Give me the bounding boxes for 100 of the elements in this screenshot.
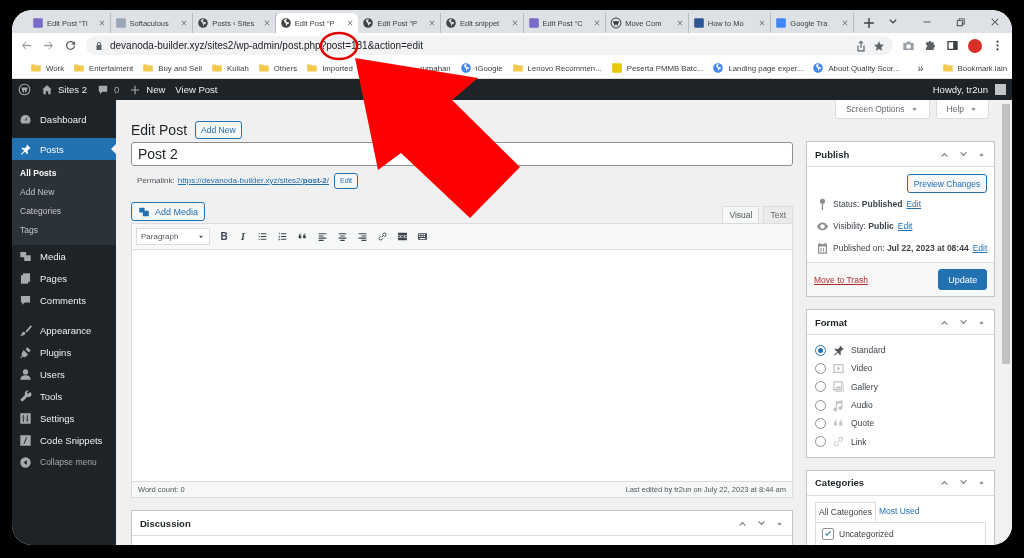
close-icon[interactable]: [346, 19, 355, 27]
panel-title: Categories: [815, 477, 865, 489]
site-name-link[interactable]: Sites 2: [41, 83, 88, 96]
radio-button[interactable]: [815, 362, 826, 374]
menu-item[interactable]: Code Snippets: [12, 429, 116, 451]
menu-item[interactable]: Appearance: [12, 319, 116, 341]
align-center-icon[interactable]: [337, 231, 348, 242]
editor-tab[interactable]: Text: [763, 206, 793, 223]
screen-meta-toggle[interactable]: Screen Options: [834, 100, 930, 119]
permalink-link[interactable]: https://devanoda-builder.xyz/sites2/post-2/: [177, 176, 329, 185]
dev-favicon-icon: [32, 17, 44, 29]
bold-button[interactable]: B: [219, 231, 229, 242]
editor-tab[interactable]: Visual: [722, 206, 760, 223]
submenu-item[interactable]: Categories: [12, 202, 116, 221]
menu-item[interactable]: Comments: [12, 289, 116, 311]
close-icon[interactable]: [675, 19, 684, 27]
video-icon: [832, 361, 845, 375]
media-icon: [138, 205, 150, 218]
close-icon[interactable]: [593, 19, 602, 27]
forward-icon[interactable]: [42, 39, 55, 52]
profile-avatar[interactable]: [968, 38, 982, 53]
format-option-label: Video: [851, 363, 873, 374]
close-icon[interactable]: [510, 19, 519, 27]
align-left-icon[interactable]: [317, 231, 328, 242]
pin-icon: [19, 142, 32, 156]
submenu-item[interactable]: Add New: [12, 183, 116, 202]
edit-link[interactable]: Edit: [897, 221, 913, 231]
category-label: Uncategorized: [839, 528, 894, 539]
edit-link[interactable]: Edit: [906, 199, 922, 209]
reload-icon[interactable]: [64, 39, 77, 52]
account-menu[interactable]: Howdy, tr2un: [932, 84, 1006, 95]
globe-icon: [279, 17, 292, 29]
radio-button[interactable]: [815, 436, 826, 448]
more-bookmarks-button[interactable]: »: [917, 62, 924, 74]
close-icon[interactable]: [262, 19, 271, 27]
folder-icon: [142, 62, 155, 74]
radio-button[interactable]: [815, 417, 826, 429]
share-icon[interactable]: [855, 39, 867, 52]
align-right-icon[interactable]: [357, 231, 368, 242]
read-more-icon[interactable]: [397, 231, 408, 242]
folder-icon: [257, 62, 270, 74]
menu-item[interactable]: Plugins: [12, 341, 116, 363]
close-icon[interactable]: [840, 19, 849, 27]
numbered-list-icon[interactable]: [277, 231, 288, 242]
edit-link[interactable]: Edit: [972, 243, 988, 253]
restore-icon[interactable]: [954, 16, 967, 28]
menu-item[interactable]: Users: [12, 363, 116, 385]
view-post-link[interactable]: View Post: [175, 84, 218, 95]
close-icon[interactable]: [758, 19, 767, 27]
new-content-link[interactable]: New: [129, 83, 166, 96]
category-tab[interactable]: Most Used: [875, 501, 923, 522]
close-icon[interactable]: [97, 19, 106, 27]
plus-icon: [129, 83, 142, 96]
menu-item[interactable]: Collapse menu: [12, 451, 116, 473]
paintbrush-icon: [19, 323, 32, 337]
scrollbar-thumb[interactable]: [1002, 104, 1010, 364]
format-option-label: Quote: [851, 418, 875, 429]
bullet-list-icon[interactable]: [257, 231, 268, 242]
new-tab-icon[interactable]: [861, 16, 876, 30]
extensions-icon[interactable]: [924, 39, 937, 52]
menu-item[interactable]: Media: [12, 245, 116, 267]
menu-item[interactable]: Pages: [12, 267, 116, 289]
star-icon[interactable]: [873, 39, 885, 52]
comments-link[interactable]: 0: [97, 83, 120, 96]
radio-button[interactable]: [815, 399, 826, 411]
preview-button[interactable]: Preview Changes: [906, 174, 988, 193]
link-icon: [832, 435, 845, 449]
menu-item[interactable]: Settings: [12, 407, 116, 429]
checkbox[interactable]: [822, 527, 834, 540]
menu-item[interactable]: Posts: [12, 138, 116, 160]
menu-item[interactable]: Dashboard: [12, 108, 116, 130]
back-icon[interactable]: [20, 39, 33, 52]
camera-icon[interactable]: [902, 39, 915, 52]
italic-button[interactable]: I: [238, 231, 248, 242]
format-select[interactable]: Paragraph: [136, 228, 210, 245]
submenu-item[interactable]: Tags: [12, 221, 116, 240]
category-tab[interactable]: All Categories: [815, 501, 876, 522]
submenu-item[interactable]: All Posts: [12, 164, 116, 183]
add-new-button[interactable]: Add New: [195, 121, 242, 139]
globe-icon: [444, 17, 457, 29]
screen-meta-toggle[interactable]: Help: [935, 100, 989, 119]
logo-icon[interactable]: [18, 83, 31, 96]
link-icon[interactable]: [377, 231, 388, 242]
menu-item[interactable]: Tools: [12, 385, 116, 407]
close-icon[interactable]: [180, 19, 189, 27]
settings-icon: [19, 411, 32, 425]
comments-icon: [19, 293, 32, 307]
panel-title: Publish: [815, 148, 850, 160]
gallery-icon: [832, 380, 845, 394]
toolbar-toggle-icon[interactable]: [417, 231, 428, 242]
add-media-button[interactable]: Add Media: [131, 202, 206, 221]
close-icon[interactable]: [427, 19, 436, 27]
side-panel-icon[interactable]: [946, 39, 959, 52]
radio-button[interactable]: [815, 381, 826, 393]
update-button[interactable]: Update: [938, 269, 988, 290]
move-to-trash-link[interactable]: Move to Trash: [814, 274, 868, 285]
folder-icon: [306, 62, 319, 74]
radio-button[interactable]: [815, 344, 826, 356]
word-favicon-icon: [692, 17, 705, 29]
format-option-label: Standard: [851, 345, 886, 356]
